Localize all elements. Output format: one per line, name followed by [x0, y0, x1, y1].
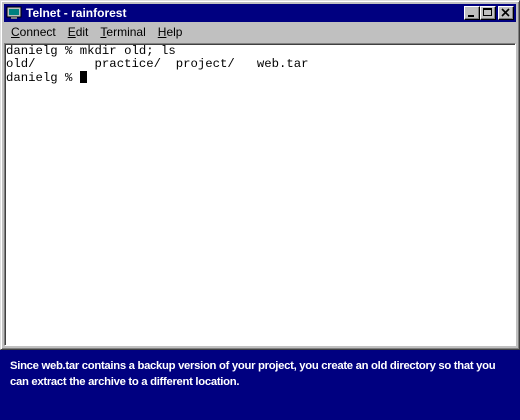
minimize-icon	[468, 15, 474, 17]
menu-edit[interactable]: Edit	[62, 24, 95, 41]
window-title: Telnet - rainforest	[26, 6, 127, 20]
menu-help[interactable]: Help	[152, 24, 189, 41]
menu-bar: Connect Edit Terminal Help	[4, 23, 516, 42]
telnet-window: Telnet - rainforest Connect Edit Termina…	[0, 0, 520, 350]
telnet-app-icon[interactable]	[6, 6, 22, 20]
caption-banner: Since web.tar contains a backup version …	[0, 350, 520, 420]
terminal-screen[interactable]: danielg % mkdir old; ls old/ practice/ p…	[4, 43, 516, 346]
terminal-prompt-line: danielg %	[6, 71, 514, 85]
maximize-button[interactable]	[480, 6, 496, 20]
menu-terminal[interactable]: Terminal	[94, 24, 151, 41]
menu-connect[interactable]: Connect	[4, 24, 62, 41]
close-button[interactable]	[498, 6, 514, 20]
terminal-line: old/ practice/ project/ web.tar	[6, 57, 309, 71]
caption-text: Since web.tar contains a backup version …	[10, 360, 496, 388]
maximize-icon	[483, 8, 492, 16]
title-buttons	[464, 6, 514, 20]
close-icon	[501, 8, 510, 17]
minimize-button[interactable]	[464, 6, 480, 20]
text-cursor	[79, 71, 87, 83]
title-bar[interactable]: Telnet - rainforest	[4, 4, 516, 22]
